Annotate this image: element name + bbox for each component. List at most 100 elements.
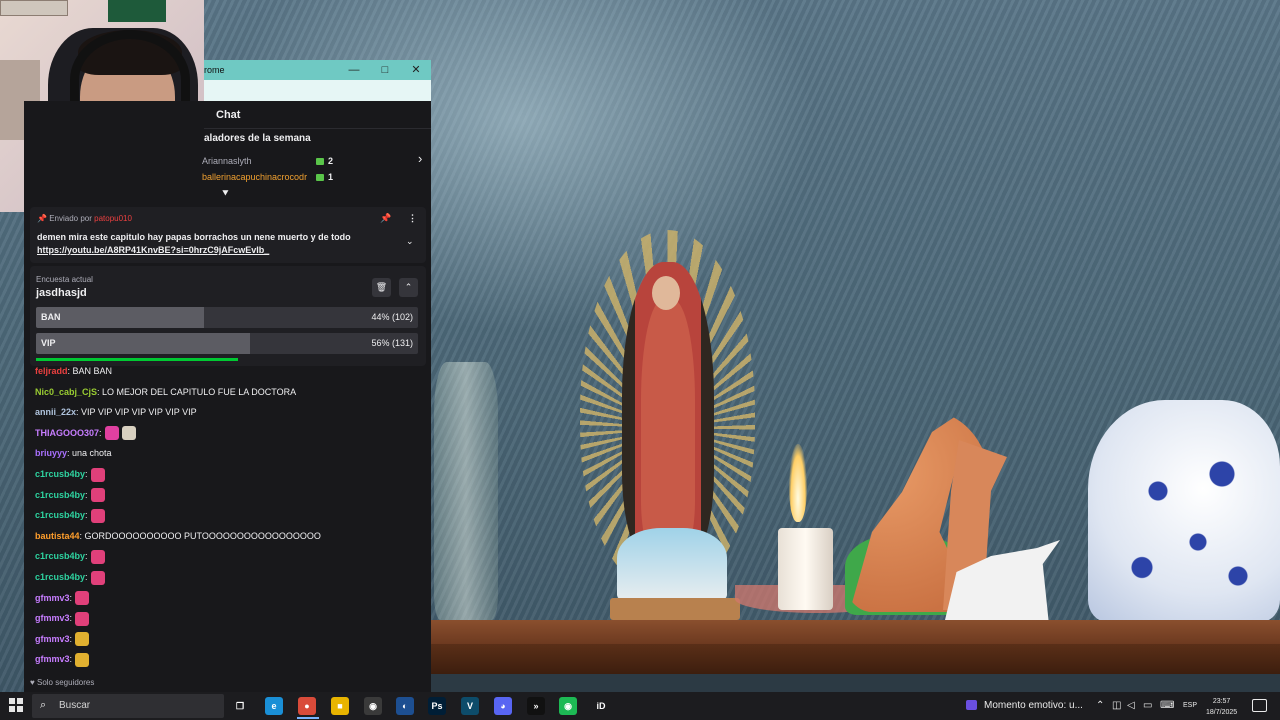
followers-only-indicator: ♥ Solo seguidores — [30, 678, 94, 687]
heart-icon: ♥ — [30, 678, 35, 687]
poll-option-result: 44% (102) — [371, 312, 413, 322]
trash-icon[interactable]: 🗑 — [372, 278, 391, 297]
emote-icon[interactable] — [90, 467, 105, 482]
volume-icon[interactable]: ◁ — [1127, 700, 1135, 711]
gifter-entry[interactable]: Ariannaslyth — [202, 156, 252, 166]
poll-timer-bar — [36, 358, 239, 361]
chat-message-text: : — [85, 572, 88, 582]
language-indicator[interactable]: ESP — [1183, 702, 1197, 709]
poll-option-ban[interactable]: BAN 44% (102) — [36, 307, 418, 328]
edge-icon[interactable]: e — [265, 697, 283, 715]
media-widget[interactable]: Momento emotivo: u... — [966, 700, 1083, 711]
discord-icon[interactable]: ◕ — [494, 697, 512, 715]
chevron-down-icon[interactable]: ⌄ — [406, 236, 414, 247]
collapse-icon[interactable]: ⯆ — [221, 188, 230, 201]
emote-icon[interactable] — [75, 591, 90, 606]
search-placeholder[interactable]: Buscar — [59, 700, 90, 711]
poll-option-name: VIP — [41, 338, 56, 348]
chat-message: gfmmv3: — [35, 651, 90, 668]
minimize-button[interactable]: — — [346, 62, 362, 78]
chat-message: gfmmv3: — [35, 631, 90, 647]
chat-username[interactable]: c1rcusb4by — [35, 572, 85, 582]
chevron-up-icon[interactable]: ⌃ — [1096, 700, 1104, 711]
keyboard-icon[interactable]: ⌨ — [1160, 700, 1174, 711]
clock[interactable]: 23:57 18/7/2025 — [1206, 696, 1237, 718]
emote-icon[interactable] — [75, 653, 90, 668]
chat-username[interactable]: feljradd — [35, 366, 68, 376]
gifter-count: 2 — [316, 156, 333, 166]
poll-label: Encuesta actual — [36, 275, 93, 284]
id-icon[interactable]: iD — [592, 697, 610, 715]
windows-start-icon[interactable] — [9, 698, 23, 712]
chat-message-text: : GORDOOOOOOOOOO PUTOOOOOOOOOOOOOOOOO — [79, 530, 321, 541]
obs-icon[interactable]: ◉ — [364, 697, 382, 715]
chat-username[interactable]: bautista44 — [35, 531, 80, 541]
chat-username[interactable]: c1rcusb4by — [35, 490, 85, 500]
media-icon — [966, 700, 977, 711]
chat-message-text: : LO MEJOR DEL CAPITULO FUE LA DOCTORA — [97, 386, 297, 397]
gift-icon — [316, 158, 324, 166]
emote-icon[interactable] — [90, 488, 105, 503]
chat-username[interactable]: gfmmv3 — [35, 634, 70, 644]
media-title: Momento emotivo: u... — [984, 700, 1083, 711]
poll-fill — [36, 307, 205, 328]
chat-username[interactable]: c1rcusb4by — [35, 469, 85, 479]
statue-robe — [641, 300, 695, 550]
vegas-icon[interactable]: V — [461, 697, 479, 715]
chevron-up-icon[interactable]: ⌃ — [399, 278, 418, 297]
pinned-link[interactable]: https://youtu.be/A8RP41KnvBE?si=0hrzC9jA… — [37, 245, 269, 255]
task-view-icon[interactable]: ❐ — [231, 697, 249, 715]
chat-username[interactable]: c1rcusb4by — [35, 510, 85, 520]
emote-icon[interactable] — [90, 550, 105, 565]
emote-icon[interactable] — [104, 426, 119, 441]
chat-message: gfmmv3: — [35, 610, 90, 626]
chat-username[interactable]: gfmmv3 — [35, 613, 70, 623]
chat-message: THIAGOOO307: — [35, 425, 136, 441]
emote-icon[interactable] — [75, 611, 90, 626]
gifter-entry[interactable]: ballerinacapuchinacrocodr — [202, 172, 307, 182]
chat-message: briuyyy: una chota — [35, 445, 112, 461]
pinned-author[interactable]: patopu010 — [94, 214, 132, 223]
spotify-icon[interactable]: ◉ — [559, 697, 577, 715]
chat-message: feljradd: BAN BAN — [35, 363, 112, 379]
emote-icon[interactable] — [121, 426, 136, 441]
close-button[interactable]: ✕ — [408, 62, 424, 78]
chevron-right-icon[interactable]: › — [418, 151, 422, 166]
chat-username[interactable]: Nic0_cabj_CjS — [35, 387, 97, 397]
chat-message: c1rcusb4by: — [35, 569, 105, 585]
wifi-icon[interactable]: ▭ — [1143, 700, 1152, 711]
chat-username[interactable]: annii_22x — [35, 407, 76, 417]
chat-message-text: : BAN BAN — [67, 366, 113, 376]
network-icon[interactable]: ◫ — [1112, 700, 1121, 711]
chat-username[interactable]: THIAGOOO307 — [35, 428, 99, 438]
poll-option-vip[interactable]: VIP 56% (131) — [36, 333, 418, 354]
chat-username[interactable]: gfmmv3 — [35, 654, 70, 664]
emote-icon[interactable] — [90, 570, 105, 585]
address-bar[interactable] — [204, 80, 431, 102]
notification-icon[interactable] — [1252, 699, 1267, 712]
pin-icon[interactable]: 📌 — [380, 213, 391, 224]
steam-icon[interactable]: ◐ — [396, 697, 414, 715]
capcut-icon[interactable]: » — [527, 697, 545, 715]
photoshop-icon[interactable]: Ps — [428, 697, 446, 715]
shelf-top — [430, 620, 1280, 644]
chat-message: c1rcusb4by: — [35, 466, 105, 482]
active-app-indicator — [297, 717, 319, 719]
window-titlebar[interactable] — [204, 60, 431, 80]
chat-username[interactable]: briuyyy — [35, 448, 67, 458]
gift-icon — [316, 174, 324, 182]
maximize-button[interactable]: □ — [377, 62, 393, 78]
emote-icon[interactable] — [75, 632, 90, 647]
more-options-icon[interactable]: ⋮ — [408, 213, 417, 224]
chat-username[interactable]: gfmmv3 — [35, 593, 70, 603]
chrome-icon[interactable]: ● — [298, 697, 316, 715]
chat-username[interactable]: c1rcusb4by — [35, 551, 85, 561]
file-explorer-icon[interactable]: ■ — [331, 697, 349, 715]
chat-message-text: : — [85, 489, 88, 500]
chat-message: Nic0_cabj_CjS: LO MEJOR DEL CAPITULO FUE… — [35, 384, 296, 400]
wall-picture — [108, 0, 166, 22]
shelf-shadow — [430, 674, 1280, 692]
window-title: rome — [204, 65, 225, 75]
pin-small-icon: 📌 — [37, 214, 47, 223]
emote-icon[interactable] — [90, 508, 105, 523]
